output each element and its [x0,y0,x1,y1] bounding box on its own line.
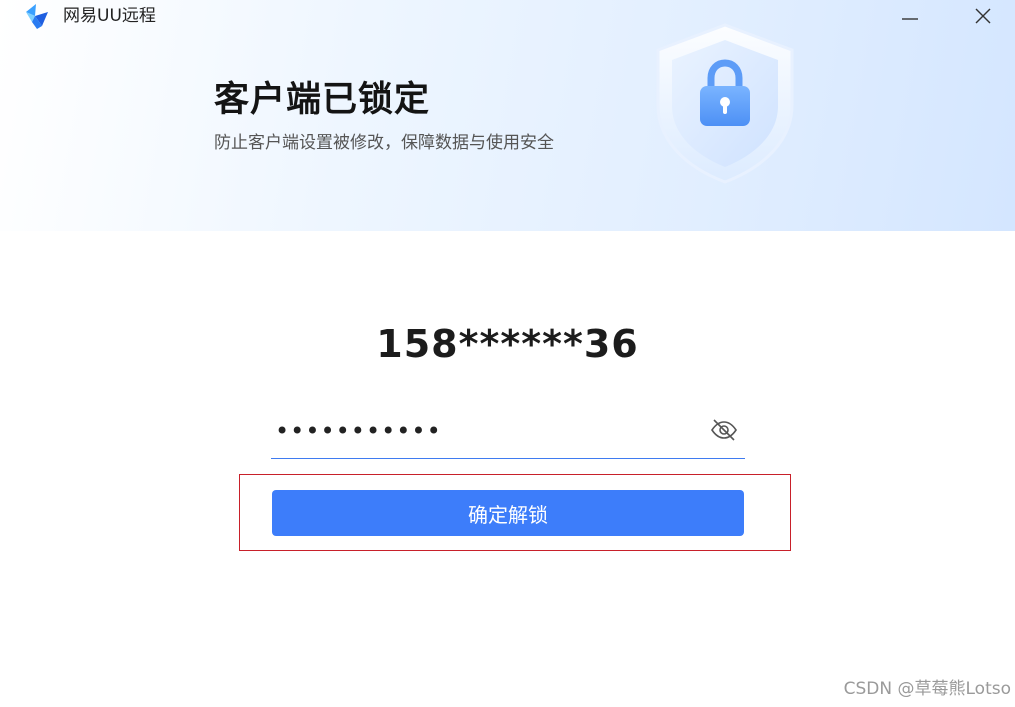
eye-off-icon[interactable] [709,415,739,445]
password-field [271,405,745,459]
watermark: CSDN @草莓熊Lotso [843,679,1011,699]
shield-lock-icon [656,23,794,184]
close-icon [975,8,991,24]
minimize-button[interactable] [887,0,933,32]
unlock-button[interactable]: 确定解锁 [272,490,744,536]
password-input[interactable] [271,405,701,457]
masked-account: 158******36 [376,322,639,366]
minimize-icon [902,18,918,20]
header-banner: 网易UU远程 客户端已锁定 防止客户端设置被修改，保障数据与使用安全 [0,0,1015,231]
page-subtitle: 防止客户端设置被修改，保障数据与使用安全 [214,133,554,153]
app-title: 网易UU远程 [63,6,156,26]
page-title: 客户端已锁定 [214,80,431,120]
app-logo-icon [26,4,48,29]
close-button[interactable] [960,0,1006,32]
